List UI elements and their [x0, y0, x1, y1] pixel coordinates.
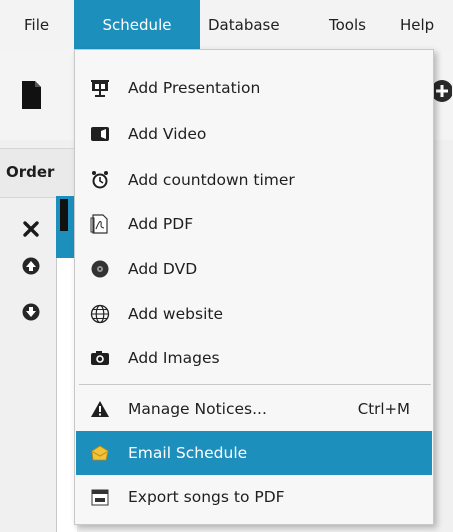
- menu-item-label: Email Schedule: [128, 444, 248, 462]
- menu-item-add-pdf[interactable]: Add PDF: [76, 202, 432, 246]
- menu-item-add-countdown-timer[interactable]: Add countdown timer: [76, 158, 432, 202]
- menu-item-label: Add Images: [128, 349, 220, 367]
- menu-item-add-video[interactable]: Add Video: [76, 112, 432, 156]
- dvd-icon: [91, 260, 109, 278]
- menu-item-add-images[interactable]: Add Images: [76, 336, 432, 380]
- menu-item-export-songs-to-pdf[interactable]: Export songs to PDF: [76, 475, 432, 519]
- new-document-icon[interactable]: [20, 80, 42, 110]
- menu-item-add-dvd[interactable]: Add DVD: [76, 247, 432, 291]
- menu-bar: File Schedule Database Tools Help: [0, 0, 453, 50]
- email-icon: [91, 445, 109, 461]
- order-label: Order: [6, 163, 55, 181]
- pdf-icon: [90, 214, 108, 234]
- menu-schedule[interactable]: Schedule: [74, 0, 200, 50]
- selected-schedule-row[interactable]: [56, 196, 76, 258]
- warning-icon: [91, 401, 109, 417]
- camera-icon: [91, 351, 109, 365]
- row-thumbnail: [60, 199, 68, 231]
- move-up-icon[interactable]: [22, 257, 40, 275]
- schedule-menu: Add Presentation Add Video Add countdown…: [74, 49, 434, 525]
- menu-item-manage-notices[interactable]: Manage Notices... Ctrl+M: [76, 387, 432, 431]
- menu-help[interactable]: Help: [400, 0, 434, 50]
- menu-item-label: Export songs to PDF: [128, 488, 285, 506]
- remove-icon[interactable]: [22, 220, 40, 238]
- menu-item-label: Add Presentation: [128, 79, 261, 97]
- menu-file[interactable]: File: [24, 0, 49, 50]
- menu-item-add-presentation[interactable]: Add Presentation: [76, 66, 432, 110]
- menu-item-label: Add Video: [128, 125, 207, 143]
- globe-icon: [90, 304, 110, 324]
- shortcut-label: Ctrl+M: [357, 400, 410, 418]
- menu-database[interactable]: Database: [208, 0, 280, 50]
- export-pdf-icon: [91, 489, 109, 506]
- move-down-icon[interactable]: [22, 303, 40, 321]
- menu-item-label: Manage Notices...: [128, 400, 267, 418]
- menu-item-add-website[interactable]: Add website: [76, 292, 432, 336]
- menu-separator: [79, 384, 431, 385]
- menu-tools[interactable]: Tools: [329, 0, 366, 50]
- timer-icon: [92, 171, 108, 189]
- video-icon: [91, 127, 109, 141]
- order-panel-header: Order: [0, 148, 74, 198]
- menu-item-email-schedule[interactable]: Email Schedule: [76, 431, 432, 475]
- menu-item-label: Add DVD: [128, 260, 198, 278]
- menu-item-label: Add PDF: [128, 215, 194, 233]
- menu-item-label: Add website: [128, 305, 223, 323]
- menu-item-label: Add countdown timer: [128, 171, 295, 189]
- presentation-icon: [91, 80, 109, 97]
